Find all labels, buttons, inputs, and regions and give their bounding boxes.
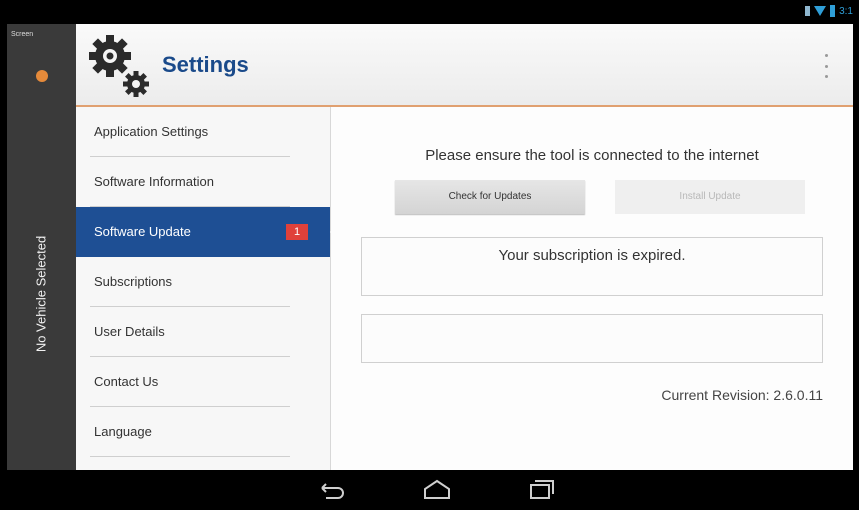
back-icon[interactable]	[314, 476, 348, 504]
gears-icon	[84, 30, 156, 100]
overflow-menu-icon[interactable]	[819, 54, 833, 78]
status-icons: 3:1	[805, 5, 853, 17]
navigation-bar	[0, 470, 859, 510]
update-count-badge: 1	[286, 224, 308, 240]
battery-icon	[830, 5, 836, 17]
status-dot-icon	[36, 70, 48, 82]
check-for-updates-button[interactable]: Check for Updates	[395, 180, 585, 214]
install-update-button[interactable]: Install Update	[615, 180, 805, 214]
menu-item-label: Subscriptions	[94, 274, 173, 289]
settings-menu: Application Settings Software Informatio…	[76, 107, 342, 470]
current-revision: Current Revision: 2.6.0.11	[661, 387, 823, 403]
wifi-icon	[814, 6, 827, 16]
status-time: 3:1	[839, 5, 853, 17]
menu-dot	[824, 54, 828, 57]
menu-dot	[824, 75, 828, 78]
menu-item-label: Language	[94, 424, 152, 439]
menu-item-label: User Details	[94, 324, 165, 339]
menu-item-label: Software Information	[94, 174, 214, 189]
menu-item-application-settings[interactable]: Application Settings	[76, 107, 330, 157]
subscription-status-text: Your subscription is expired.	[498, 247, 686, 264]
menu-item-software-information[interactable]: Software Information	[76, 157, 330, 207]
menu-item-label: Software Update	[94, 224, 191, 239]
software-update-panel: Please ensure the tool is connected to t…	[331, 107, 853, 470]
status-bar: 3:1	[0, 0, 859, 24]
vehicle-rail[interactable]: Screen No Vehicle Selected	[7, 24, 76, 470]
page-title: Settings	[162, 52, 249, 77]
connection-notice: Please ensure the tool is connected to t…	[425, 147, 759, 164]
menu-item-subscriptions[interactable]: Subscriptions	[76, 257, 330, 307]
menu-item-contact-us[interactable]: Contact Us	[76, 357, 330, 407]
menu-item-user-details[interactable]: User Details	[76, 307, 330, 357]
divider	[90, 456, 290, 457]
progress-box	[361, 314, 823, 363]
menu-item-software-update[interactable]: Software Update 1	[76, 207, 342, 257]
rail-top-label: Screen	[11, 31, 34, 38]
sim-icon	[805, 6, 811, 16]
vehicle-selection-label[interactable]: No Vehicle Selected	[34, 236, 49, 352]
menu-item-label: Application Settings	[94, 124, 209, 139]
menu-item-label: Contact Us	[94, 374, 159, 389]
status-message-box: Your subscription is expired.	[361, 237, 823, 296]
menu-dot	[824, 64, 828, 68]
menu-item-language[interactable]: Language	[76, 407, 330, 457]
home-icon[interactable]	[420, 476, 454, 504]
app-header: Settings	[76, 24, 853, 107]
recent-apps-icon[interactable]	[524, 476, 558, 504]
